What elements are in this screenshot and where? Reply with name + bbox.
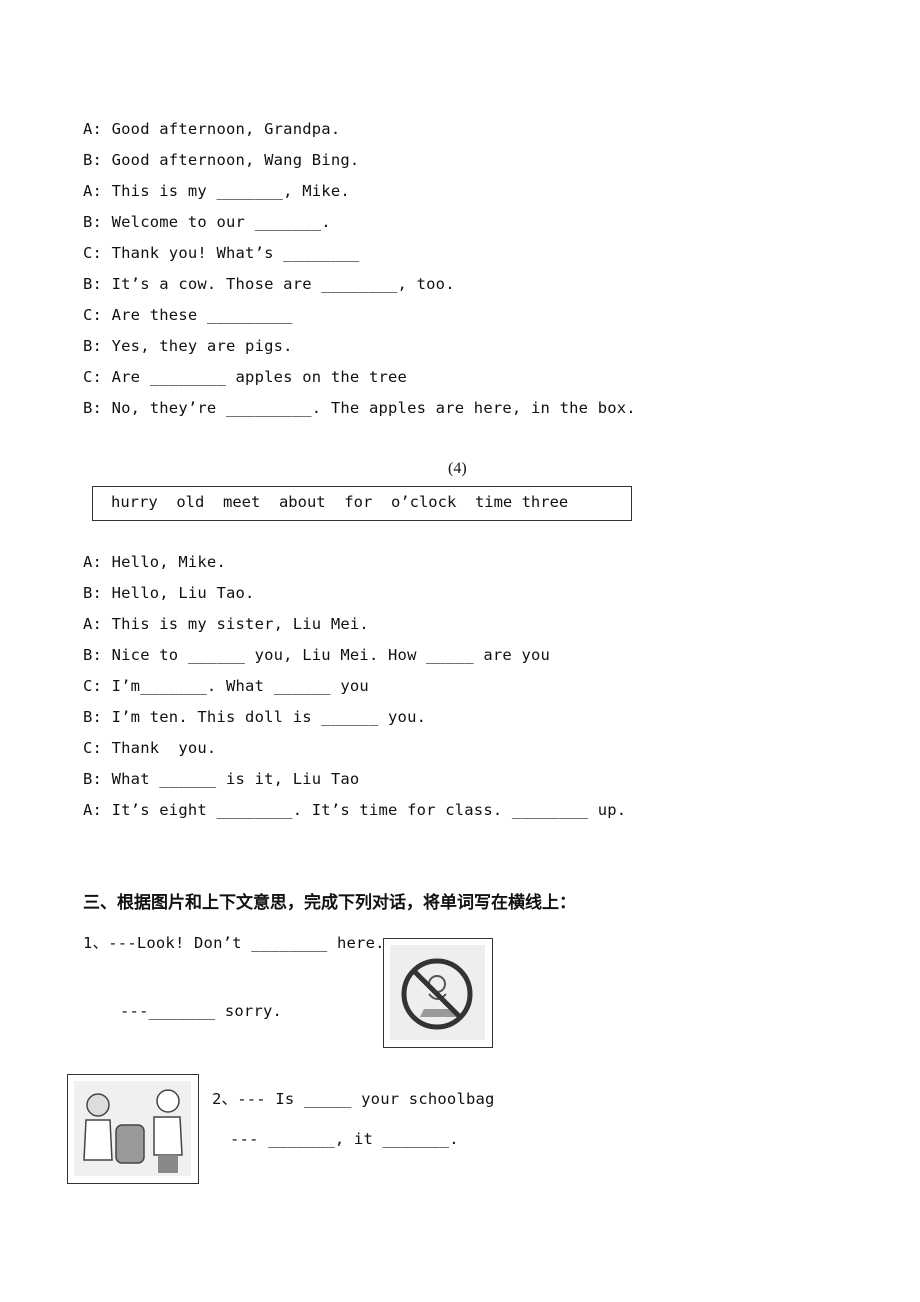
question-1-line-2: ---_______ sorry.: [120, 1002, 283, 1020]
dialogue-line: C: Thank you! What’s ________: [83, 244, 360, 262]
dialogue-line: C: Are ________ apples on the tree: [83, 368, 408, 386]
dialogue-line: B: Good afternoon, Wang Bing.: [83, 151, 360, 169]
dialogue-line: C: I’m_______. What ______ you: [83, 677, 369, 695]
dialogue-line: B: No, they’re _________. The apples are…: [83, 399, 636, 417]
word-bank: hurry old meet about for o’clock time th…: [111, 493, 569, 511]
no-reading-sign-image: [383, 938, 493, 1048]
dialogue-line: A: This is my sister, Liu Mei.: [83, 615, 369, 633]
dialogue-line: A: Hello, Mike.: [83, 553, 226, 571]
dialogue-line: A: Good afternoon, Grandpa.: [83, 120, 341, 138]
question-1-line-1: 1、---Look! Don’t ________ here.: [83, 934, 385, 952]
dialogue-line: B: Welcome to our _______.: [83, 213, 331, 231]
children-schoolbag-illustration: [74, 1081, 191, 1176]
dialogue-line: B: Nice to ______ you, Liu Mei. How ____…: [83, 646, 551, 664]
section-heading: 三、根据图片和上下文意思，完成下列对话，将单词写在横线上：: [83, 893, 576, 913]
word-bank-box: hurry old meet about for o’clock time th…: [92, 486, 632, 521]
dialogue-line: C: Thank you.: [83, 739, 217, 757]
dialogue-line: B: Hello, Liu Tao.: [83, 584, 255, 602]
schoolbag-picture: [67, 1074, 199, 1184]
dialogue-line: B: It’s a cow. Those are ________, too.: [83, 275, 455, 293]
dialogue-line: C: Are these _________: [83, 306, 293, 324]
no-sign-icon: [390, 945, 485, 1040]
dialogue-line: B: What ______ is it, Liu Tao: [83, 770, 360, 788]
dialogue-line: B: I’m ten. This doll is ______ you.: [83, 708, 427, 726]
dialogue-line: B: Yes, they are pigs.: [83, 337, 293, 355]
section-number: (4): [448, 460, 467, 477]
question-2-line-2: --- _______, it _______.: [230, 1130, 459, 1148]
dialogue-line: A: It’s eight ________. It’s time for cl…: [83, 801, 627, 819]
question-2-line-1: 2、--- Is _____ your schoolbag: [212, 1090, 495, 1108]
dialogue-line: A: This is my _______, Mike.: [83, 182, 350, 200]
